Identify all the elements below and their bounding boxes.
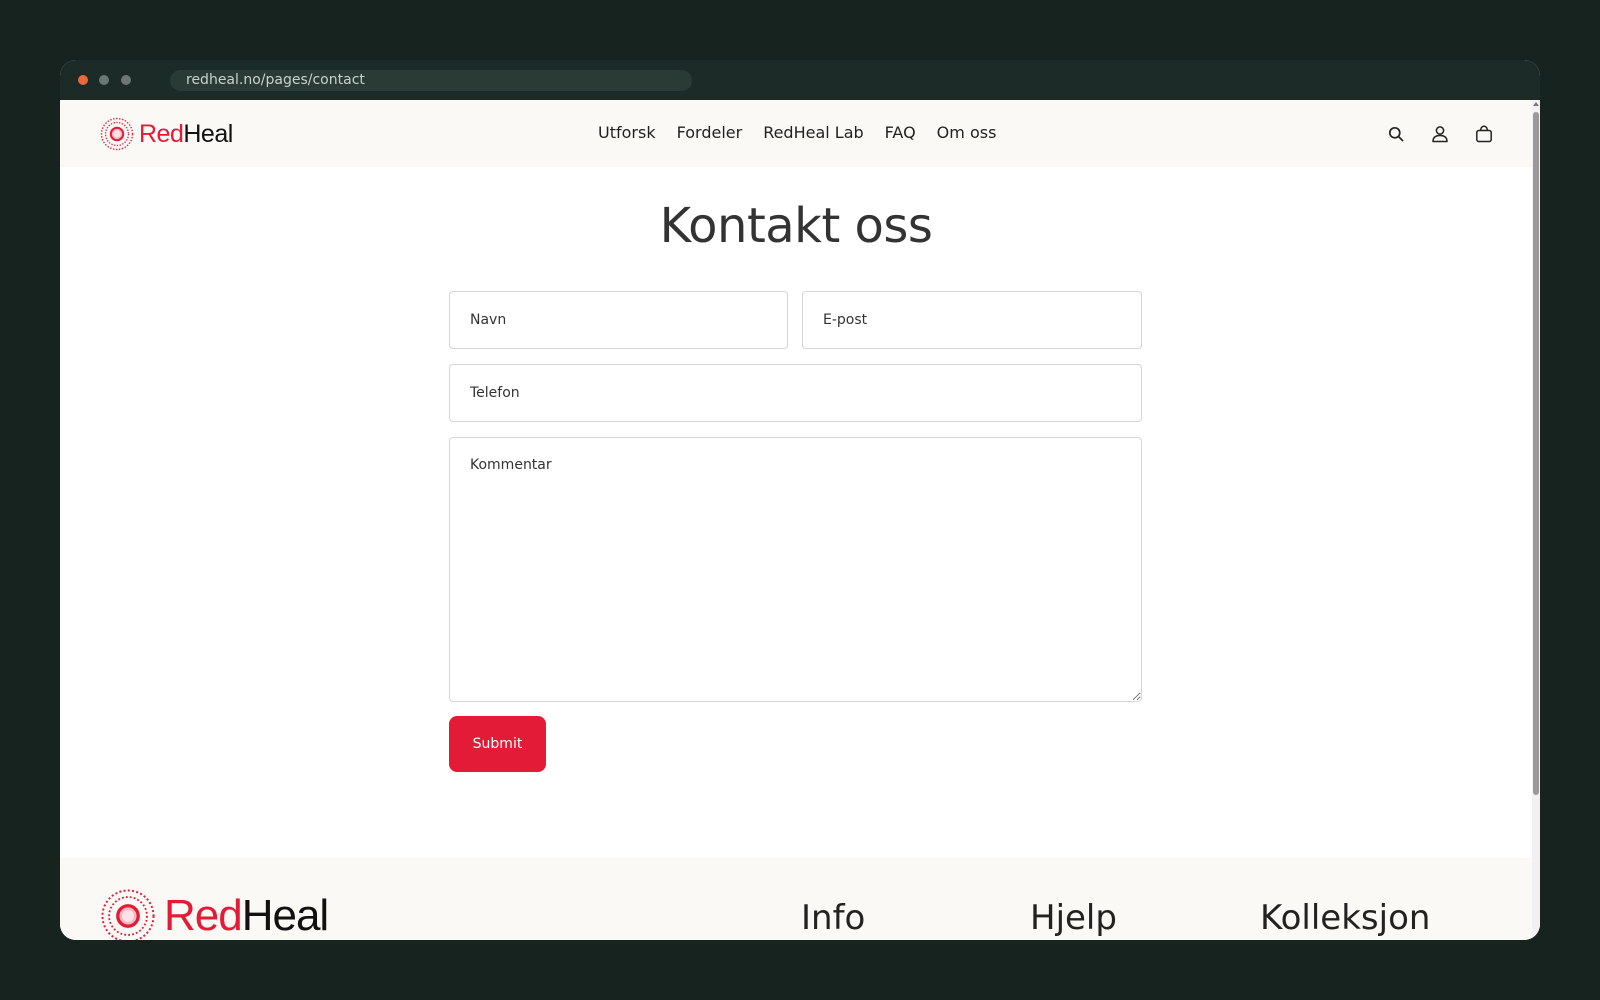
site-logo[interactable]: RedHeal	[100, 117, 233, 151]
maximize-window-button[interactable]	[121, 75, 131, 85]
nav-item-fordeler[interactable]: Fordeler	[677, 123, 743, 142]
close-window-button[interactable]	[78, 75, 88, 85]
address-bar[interactable]: redheal.no/pages/contact	[170, 70, 692, 91]
page-scrollbar[interactable]	[1532, 100, 1540, 940]
nav-item-om-oss[interactable]: Om oss	[937, 123, 997, 142]
redheal-logo-icon	[101, 889, 155, 940]
footer-heading-info: Info	[801, 898, 866, 938]
nav-item-faq[interactable]: FAQ	[885, 123, 916, 142]
footer-logo-text-black: Heal	[241, 891, 329, 940]
redheal-logo-icon	[100, 117, 134, 151]
cart-icon[interactable]	[1473, 123, 1495, 145]
footer-logo[interactable]: RedHeal	[100, 888, 329, 940]
main-nav: Utforsk Fordeler RedHeal Lab FAQ Om oss	[598, 123, 996, 142]
browser-titlebar: redheal.no/pages/contact	[60, 60, 1540, 100]
minimize-window-button[interactable]	[99, 75, 109, 85]
phone-input[interactable]	[449, 364, 1142, 422]
submit-button[interactable]: Submit	[449, 716, 546, 772]
site-header: RedHeal Utforsk Fordeler RedHeal Lab FAQ…	[60, 100, 1532, 167]
email-input[interactable]	[802, 291, 1142, 349]
footer-heading-collection: Kolleksjon	[1260, 898, 1431, 938]
comment-textarea[interactable]	[449, 437, 1142, 702]
scrollbar-thumb[interactable]	[1533, 112, 1539, 795]
scroll-up-arrow-icon[interactable]	[1533, 102, 1539, 106]
account-icon[interactable]	[1429, 123, 1451, 145]
nav-item-utforsk[interactable]: Utforsk	[598, 123, 656, 142]
page-title: Kontakt oss	[659, 198, 933, 254]
browser-window: redheal.no/pages/contact RedHeal Utforsk…	[60, 60, 1540, 940]
logo-text-red: Red	[139, 119, 184, 148]
footer-heading-help: Hjelp	[1030, 898, 1117, 938]
footer-logo-text-red: Red	[164, 891, 243, 940]
page-viewport: RedHeal Utforsk Fordeler RedHeal Lab FAQ…	[60, 100, 1540, 940]
search-icon[interactable]	[1385, 123, 1407, 145]
nav-item-redheal-lab[interactable]: RedHeal Lab	[763, 123, 863, 142]
name-input[interactable]	[449, 291, 788, 349]
site-footer: RedHeal Info Hjelp Kolleksjon	[60, 858, 1532, 940]
logo-text-black: Heal	[183, 119, 233, 148]
